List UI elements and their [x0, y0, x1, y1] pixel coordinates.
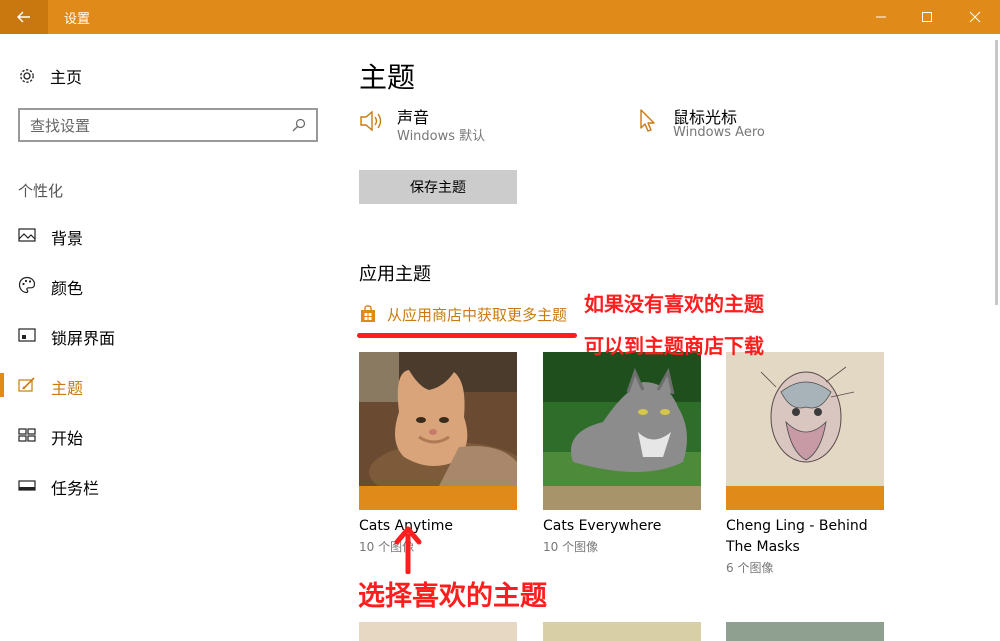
scrollbar-thumb[interactable]	[995, 40, 998, 305]
sidebar: 主页 查找设置 个性化 背景 颜色 锁屏界面 主题 开始 任务栏	[0, 34, 336, 641]
theme-name-line: Cheng Ling - Behind	[726, 518, 868, 534]
sidebar-item-colors[interactable]: 颜色	[0, 265, 336, 305]
maximize-icon	[922, 12, 932, 22]
search-box[interactable]: 查找设置	[18, 108, 318, 142]
theme-name: Cats Everywhere	[543, 518, 662, 534]
back-button[interactable]	[0, 0, 48, 34]
sidebar-item-background[interactable]: 背景	[0, 215, 336, 255]
palette-icon	[18, 276, 36, 294]
title-bar: 设置	[0, 0, 1000, 34]
active-indicator	[0, 373, 4, 397]
theme-name: Cats Anytime	[359, 518, 453, 534]
sidebar-item-home[interactable]: 主页	[18, 64, 82, 88]
search-icon[interactable]	[292, 118, 306, 132]
minimize-button[interactable]	[858, 0, 904, 34]
sidebar-item-label: 开始	[51, 429, 84, 448]
home-label: 主页	[50, 68, 83, 87]
search-input[interactable]: 查找设置	[30, 115, 292, 136]
lock-screen-icon	[18, 328, 36, 342]
taskbar-icon	[18, 480, 36, 491]
sidebar-item-start[interactable]: 开始	[0, 415, 336, 455]
page-title: 主题	[359, 61, 416, 94]
theme-color-band	[726, 486, 884, 510]
annotation-text: 如果没有喜欢的主题	[584, 292, 764, 316]
minimize-icon	[876, 16, 886, 18]
annotation-arrow-icon	[394, 526, 422, 574]
theme-name: Cheng Ling - Behind The Masks	[726, 516, 884, 558]
start-grid-icon	[18, 428, 36, 442]
theme-card-cats-everywhere[interactable]: Cats Everywhere 10 个图像	[543, 352, 701, 556]
theme-thumbnail	[726, 352, 884, 486]
sidebar-item-label: 锁屏界面	[51, 329, 116, 348]
back-arrow-icon	[17, 11, 30, 23]
store-link[interactable]: 从应用商店中获取更多主题	[359, 304, 567, 324]
mouse-pointer-icon	[640, 109, 655, 132]
store-bag-icon	[361, 305, 375, 322]
sidebar-item-label: 颜色	[51, 279, 84, 298]
sidebar-item-label: 主题	[51, 379, 84, 398]
sidebar-item-themes[interactable]: 主题	[0, 365, 336, 405]
theme-image-count: 10 个图像	[543, 540, 599, 554]
window-title: 设置	[64, 12, 91, 27]
close-button[interactable]	[952, 0, 998, 34]
theme-thumbnail	[543, 352, 701, 486]
annotation-text: 选择喜欢的主题	[358, 581, 547, 612]
theme-card-partial[interactable]	[726, 622, 884, 641]
save-theme-button[interactable]: 保存主题	[359, 170, 517, 204]
speaker-icon	[360, 110, 382, 132]
gear-icon	[20, 69, 34, 83]
annotation-underline	[357, 333, 577, 338]
theme-card-cats-anytime[interactable]: Cats Anytime 10 个图像	[359, 352, 517, 556]
theme-thumbnail	[359, 352, 517, 486]
cursor-value: Windows Aero	[673, 125, 765, 140]
close-icon	[969, 11, 981, 23]
sidebar-item-label: 背景	[51, 229, 84, 248]
theme-name-line: The Masks	[726, 539, 800, 555]
sound-value: Windows 默认	[397, 129, 486, 144]
theme-image-count: 6 个图像	[726, 561, 774, 575]
scrollbar[interactable]	[993, 34, 1000, 641]
annotation-text: 可以到主题商店下载	[584, 334, 764, 358]
theme-brush-icon	[18, 377, 35, 392]
theme-color-band	[359, 486, 517, 510]
theme-card-partial[interactable]	[359, 622, 517, 641]
section-personalization: 个性化	[18, 182, 64, 200]
sidebar-item-taskbar[interactable]: 任务栏	[0, 465, 336, 505]
theme-color-band	[543, 486, 701, 510]
store-link-label: 从应用商店中获取更多主题	[387, 305, 568, 324]
theme-image-count: 10 个图像	[359, 540, 415, 554]
apply-theme-heading: 应用主题	[359, 264, 431, 285]
picture-icon	[18, 228, 36, 242]
theme-card-partial[interactable]	[543, 622, 701, 641]
sidebar-item-label: 任务栏	[51, 479, 100, 498]
theme-card-cheng-ling[interactable]: Cheng Ling - Behind The Masks 6 个图像	[726, 352, 884, 577]
sidebar-item-lock-screen[interactable]: 锁屏界面	[0, 315, 336, 355]
maximize-button[interactable]	[904, 0, 950, 34]
